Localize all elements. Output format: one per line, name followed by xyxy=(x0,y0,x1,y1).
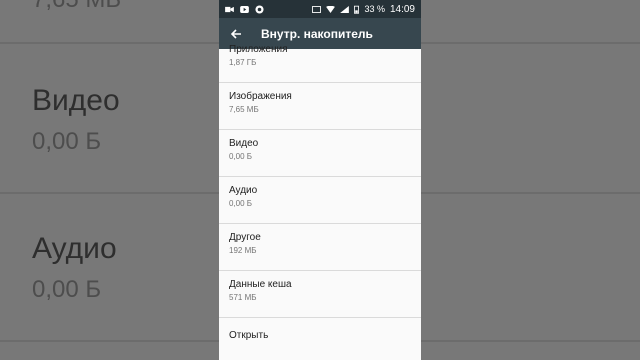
signal-icon xyxy=(340,5,350,13)
bg-title-video: Видео xyxy=(32,84,120,117)
list-item-images[interactable]: Изображения 7,65 МБ xyxy=(219,83,421,130)
item-title: Данные кеша xyxy=(229,279,292,290)
bg-title-audio: Аудио xyxy=(32,232,117,265)
bg-size-audio: 0,00 Б xyxy=(32,276,102,303)
item-size: 192 МБ xyxy=(229,246,257,255)
item-size: 0,00 Б xyxy=(229,199,253,208)
notification-icon xyxy=(255,4,264,14)
youtube-icon xyxy=(240,5,249,13)
item-title: Открыть xyxy=(229,330,269,341)
battery-percent: 33 % xyxy=(364,4,385,14)
bg-size-text: 7,65 МБ xyxy=(32,0,121,14)
item-title: Другое xyxy=(229,232,261,243)
video-icon xyxy=(225,6,234,12)
list-item-audio[interactable]: Аудио 0,00 Б xyxy=(219,177,421,224)
screen-cast-icon xyxy=(312,5,322,13)
item-size: 0,00 Б xyxy=(229,152,253,161)
item-title: Изображения xyxy=(229,91,292,102)
list-item-cache[interactable]: Данные кеша 571 МБ xyxy=(219,271,421,318)
bg-size-video: 0,00 Б xyxy=(32,128,102,155)
item-title: Видео xyxy=(229,138,259,149)
list-item-open[interactable]: Открыть xyxy=(219,318,421,360)
item-title: Аудио xyxy=(229,185,258,196)
wifi-icon xyxy=(326,5,336,13)
list-item-other[interactable]: Другое 192 МБ xyxy=(219,224,421,271)
item-title: Приложения xyxy=(229,44,288,55)
item-size: 7,65 МБ xyxy=(229,105,259,114)
phone-screen: 33 % 14:09 Внутр. накопитель Приложения … xyxy=(219,0,421,360)
item-size: 1,87 ГБ xyxy=(229,58,257,67)
list-item-apps[interactable]: Приложения 1,87 ГБ xyxy=(219,36,421,83)
battery-icon xyxy=(354,5,360,14)
list-item-video[interactable]: Видео 0,00 Б xyxy=(219,130,421,177)
status-bar: 33 % 14:09 xyxy=(219,0,421,18)
item-size: 571 МБ xyxy=(229,293,257,302)
clock: 14:09 xyxy=(389,3,415,15)
